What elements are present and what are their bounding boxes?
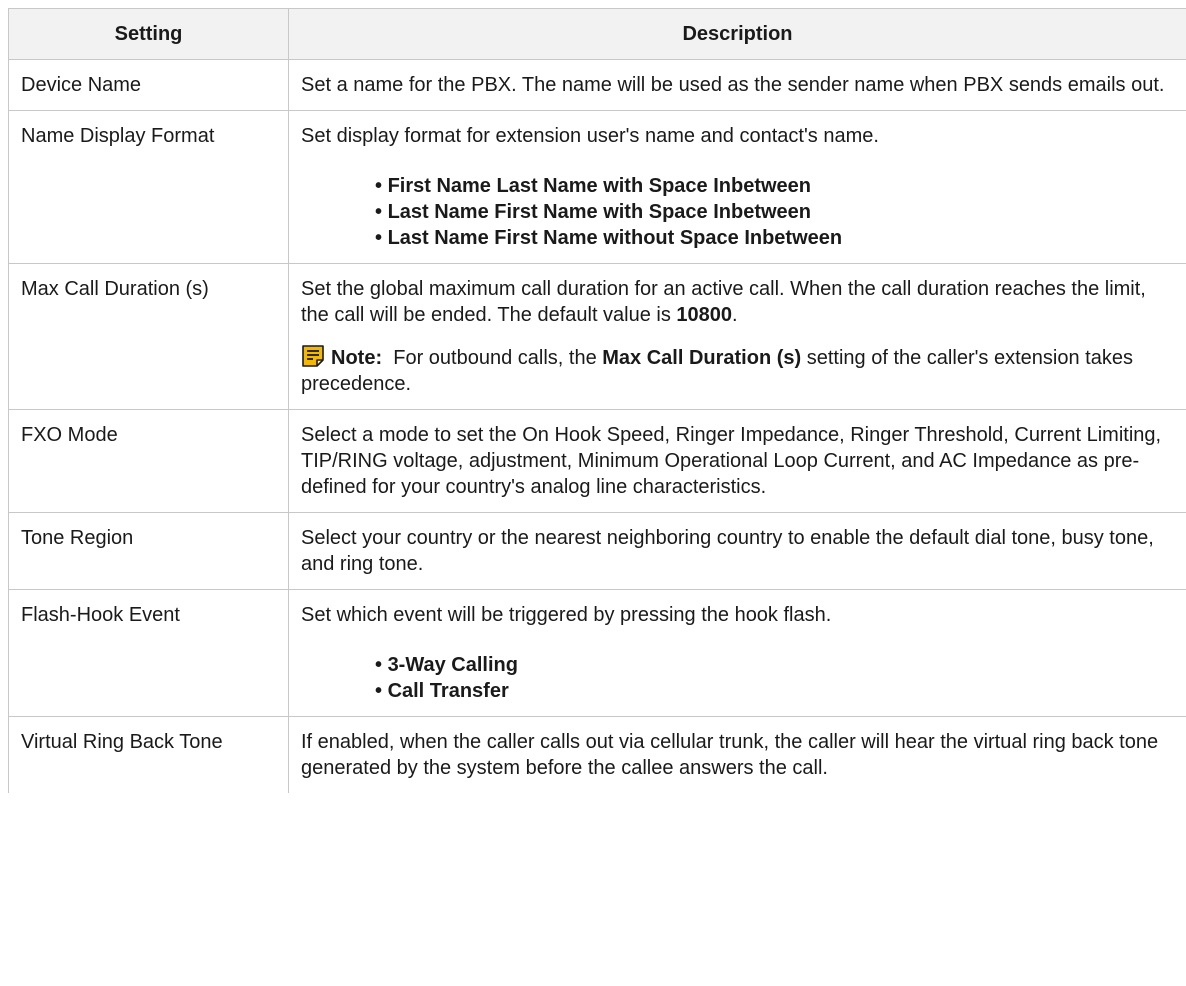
table-row: Virtual Ring Back Tone If enabled, when …: [8, 716, 1186, 793]
setting-description: Set the global maximum call duration for…: [288, 263, 1186, 410]
option-item: First Name Last Name with Space Inbetwee…: [375, 173, 1172, 199]
option-item: Last Name First Name with Space Inbetwee…: [375, 199, 1172, 225]
setting-name: Flash-Hook Event: [8, 589, 289, 717]
setting-name: FXO Mode: [8, 409, 289, 513]
note-icon: [301, 344, 325, 368]
setting-name: Max Call Duration (s): [8, 263, 289, 410]
description-text: Set a name for the PBX. The name will be…: [301, 74, 1165, 96]
setting-description: If enabled, when the caller calls out vi…: [288, 716, 1186, 793]
setting-description: Set display format for extension user's …: [288, 110, 1186, 264]
option-item: Last Name First Name without Space Inbet…: [375, 225, 1172, 251]
settings-table: Setting Description Device Name Set a na…: [8, 8, 1186, 793]
setting-description: Set a name for the PBX. The name will be…: [288, 59, 1186, 111]
option-item: 3-Way Calling: [375, 652, 1172, 678]
setting-name: Virtual Ring Back Tone: [8, 716, 289, 793]
note-text-part: For outbound calls, the: [393, 347, 603, 369]
description-text: Select a mode to set the On Hook Speed, …: [301, 424, 1162, 498]
setting-description: Select a mode to set the On Hook Speed, …: [288, 409, 1186, 513]
note-setting-ref: Max Call Duration (s): [602, 347, 802, 369]
default-value: 10800: [676, 304, 733, 326]
column-header-setting: Setting: [8, 8, 289, 60]
description-text: Set which event will be triggered by pre…: [301, 604, 832, 626]
description-text: If enabled, when the caller calls out vi…: [301, 731, 1159, 779]
table-row: Device Name Set a name for the PBX. The …: [8, 59, 1186, 111]
setting-name: Tone Region: [8, 512, 289, 590]
setting-name: Name Display Format: [8, 110, 289, 264]
table-header-row: Setting Description: [8, 8, 1186, 60]
table-row: Name Display Format Set display format f…: [8, 110, 1186, 264]
table-row: Flash-Hook Event Set which event will be…: [8, 589, 1186, 717]
description-text-part: .: [732, 304, 738, 326]
description-text: Set display format for extension user's …: [301, 125, 879, 147]
note-block: Note: For outbound calls, the Max Call D…: [301, 344, 1172, 397]
description-text: Set the global maximum call duration for…: [301, 276, 1172, 328]
column-header-description: Description: [288, 8, 1186, 60]
table-row: Max Call Duration (s) Set the global max…: [8, 263, 1186, 410]
setting-name: Device Name: [8, 59, 289, 111]
setting-description: Select your country or the nearest neigh…: [288, 512, 1186, 590]
table-row: FXO Mode Select a mode to set the On Hoo…: [8, 409, 1186, 513]
table-row: Tone Region Select your country or the n…: [8, 512, 1186, 590]
note-label: Note:: [331, 347, 383, 369]
option-item: Call Transfer: [375, 678, 1172, 704]
description-text: Select your country or the nearest neigh…: [301, 527, 1154, 575]
option-list: 3-Way Calling Call Transfer: [301, 652, 1172, 704]
option-list: First Name Last Name with Space Inbetwee…: [301, 173, 1172, 251]
setting-description: Set which event will be triggered by pre…: [288, 589, 1186, 717]
